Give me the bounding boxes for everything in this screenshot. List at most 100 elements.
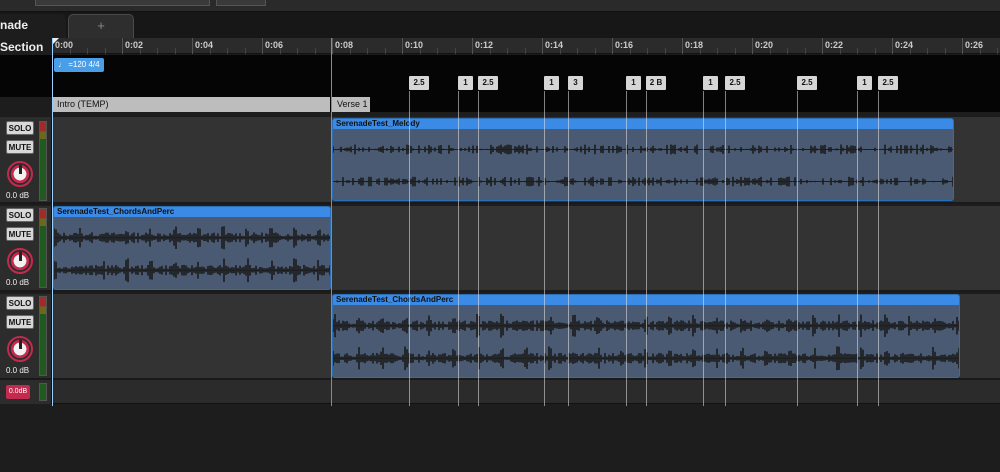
ruler-subtick [384,48,386,54]
song-section-tabs: nade Section + [0,12,1000,54]
ruler-subtick [349,48,351,54]
mute-button[interactable]: MUTE [6,227,34,241]
level-meter [39,296,47,376]
clip-title: SerenadeTest_Melody [333,119,953,129]
track-header: SOLO MUTE 0.0 dB [0,294,52,380]
marker-line [478,91,479,406]
ruler-subtick [209,48,211,54]
ruler-subtick [734,48,736,54]
ruler-subtick [717,48,718,54]
ruler-subtick [297,48,298,54]
ruler-subtick [437,48,438,54]
meter-marker[interactable]: 3 [568,76,583,90]
waveform [54,226,330,283]
timeline-ruler[interactable]: 0:00 0:02 0:04 0:06 0:08 0:10 0:12 0:14 0:16 0:18… [52,38,1000,54]
track-area: SOLO MUTE 0.0 dB SerenadeTest_Melody SOL… [0,112,1000,405]
meter-marker[interactable]: 1 [626,76,641,90]
ruler-subtick [699,48,701,54]
waveform [333,144,953,187]
solo-button[interactable]: SOLO [6,121,34,135]
ruler-subtick [139,48,141,54]
ruler-subtick [367,48,368,54]
meter-marker[interactable]: 2.5 [878,76,898,90]
ruler-subtick [647,48,648,54]
marker-line [646,91,647,406]
volume-knob[interactable] [7,161,33,187]
meter-marker[interactable]: 1 [458,76,473,90]
ruler-subtick [489,48,491,54]
meter-marker[interactable]: 1 [703,76,718,90]
ruler-subtick [839,48,841,54]
meter-marker[interactable]: 1 [544,76,559,90]
ruler-subtick [857,48,858,54]
marker-line [703,91,704,406]
ruler-subtick [787,48,788,54]
volume-knob[interactable] [7,248,33,274]
solo-button[interactable]: SOLO [6,208,34,222]
tab-serenade-section[interactable]: nade Section [0,14,66,54]
toolbar-button[interactable] [216,0,266,6]
level-meter [39,121,47,201]
meter-marker[interactable]: 2.5 [725,76,745,90]
ruler-subtick [577,48,578,54]
meter-marker[interactable]: 2.5 [797,76,817,90]
ruler-subtick [629,48,631,54]
audio-clip[interactable]: SerenadeTest_ChordsAndPerc [53,206,331,290]
ruler-subtick [174,48,176,54]
marker-line [409,91,410,406]
ruler-subtick [594,48,596,54]
ruler-subtick [507,48,508,54]
section-boundary-line [331,38,332,406]
audio-clip[interactable]: SerenadeTest_Melody [332,118,954,201]
tempo-marker[interactable]: ♩ =120 4/4 [54,58,104,72]
ruler-subtick [157,48,158,54]
volume-readout: 0.0 dB [6,278,30,287]
mute-button[interactable]: MUTE [6,140,34,154]
add-tab-button[interactable]: + [68,14,134,38]
meter-marker[interactable]: 2.5 [478,76,498,90]
ruler-subtick [279,48,281,54]
ruler-subtick [664,48,666,54]
marker-line [878,91,879,406]
ruler-subtick [769,48,771,54]
toolbar-field[interactable] [35,0,210,6]
ruler-subtick [559,48,561,54]
master-volume-button[interactable]: 0.0dB [6,385,30,399]
ruler-subtick [419,48,421,54]
playhead-line[interactable] [52,38,53,406]
volume-readout: 0.0 dB [6,191,30,200]
ruler-subtick [909,48,911,54]
ruler-subtick [227,48,228,54]
volume-knob[interactable] [7,336,33,362]
track-3: SOLO MUTE 0.0 dB SerenadeTest_ChordsAndP… [0,294,1000,380]
track-header: SOLO MUTE 0.0 dB [0,117,52,204]
top-toolbar [0,0,1000,12]
ruler-subtick [87,48,88,54]
level-meter [39,208,47,288]
meter-marker[interactable]: 2.5 [409,76,429,90]
section-intro[interactable]: Intro (TEMP) [52,97,330,112]
volume-readout: 0.0 dB [6,366,30,375]
marker-line [797,91,798,406]
ruler-subtick [244,48,246,54]
mute-button[interactable]: MUTE [6,315,34,329]
track-2: SOLO MUTE 0.0 dB SerenadeTest_ChordsAndP… [0,206,1000,292]
ruler-subtick [104,48,106,54]
meter-marker[interactable]: 1 [857,76,872,90]
section-verse-1[interactable]: Verse 1 [332,97,370,112]
ruler-subtick [804,48,806,54]
ruler-subtick [874,48,876,54]
ruler-subtick [997,48,998,54]
empty-area [0,405,1000,472]
meter-marker[interactable]: 2 B [646,76,666,90]
marker-lane[interactable]: ♩ =120 4/4 2.5 1 2.5 1 3 1 2 B 1 2.5 2.5 1 2.5 [0,55,1000,97]
master-track: 0.0dB [0,380,1000,404]
solo-button[interactable]: SOLO [6,296,34,310]
track-header: SOLO MUTE 0.0 dB [0,206,52,292]
ruler-subtick [69,48,71,54]
ruler-subtick [524,48,526,54]
ruler-subtick [979,48,981,54]
marker-line [725,91,726,406]
ruler-subtick [944,48,946,54]
playhead-handle[interactable] [52,38,59,45]
